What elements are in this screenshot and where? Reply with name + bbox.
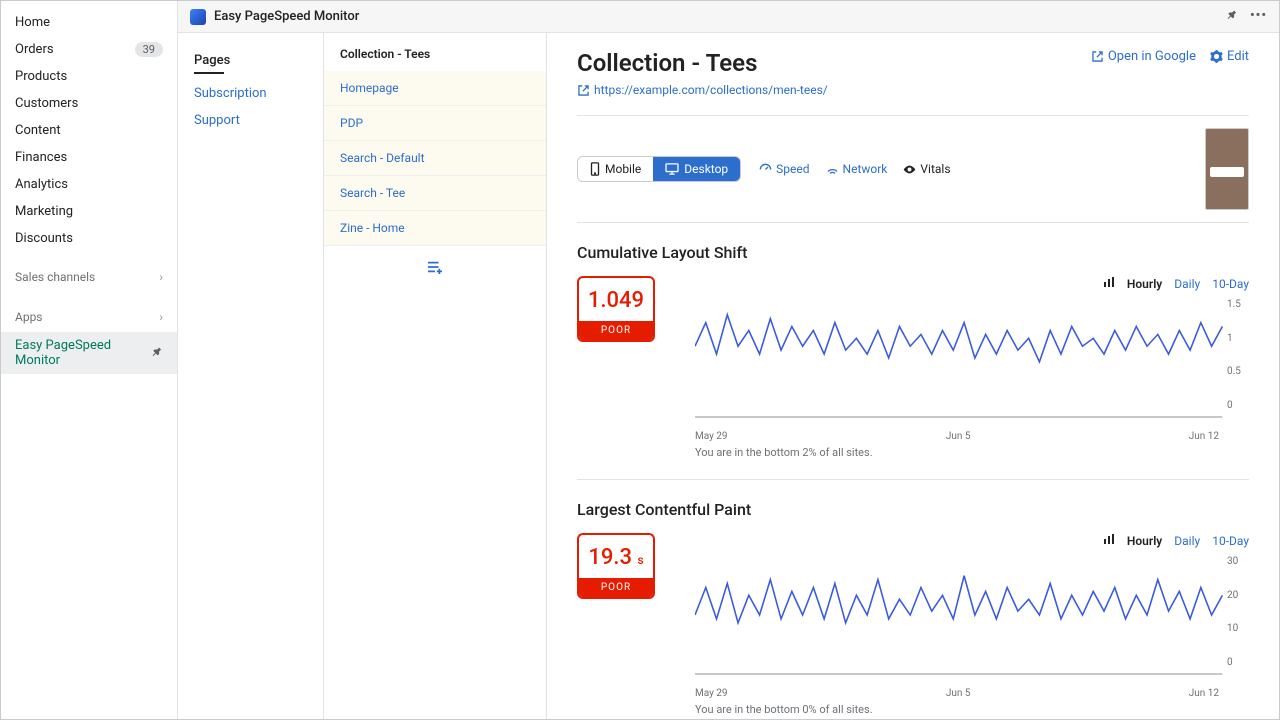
orders-badge: 39 (135, 42, 163, 57)
metric-cls: Cumulative Layout Shift 1.049 POOR Hourl… (577, 243, 1249, 480)
lcp-chart: 3020100 (695, 556, 1249, 686)
edit-link[interactable]: Edit (1210, 49, 1249, 64)
pages-column: Collection - Tees Homepage PDP Search - … (324, 33, 547, 719)
topbar: Easy PageSpeed Monitor ••• (178, 1, 1279, 33)
desktop-icon (665, 163, 679, 175)
nav-finances[interactable]: Finances (1, 144, 177, 171)
chevron-right-icon: › (159, 270, 163, 284)
pages-header: Collection - Tees (324, 33, 546, 71)
metric-title: Cumulative Layout Shift (577, 243, 1249, 262)
range-hourly[interactable]: Hourly (1127, 277, 1162, 291)
nav-orders[interactable]: Orders 39 (1, 36, 177, 63)
chart-type-icon[interactable] (1103, 533, 1115, 548)
mobile-icon (590, 162, 600, 176)
nav-content[interactable]: Content (1, 117, 177, 144)
page-thumbnail (1205, 128, 1249, 210)
range-daily[interactable]: Daily (1174, 534, 1200, 548)
cls-note: You are in the bottom 2% of all sites. (695, 446, 1249, 459)
nav-apps[interactable]: Apps › (1, 302, 177, 332)
lcp-value: 19.3 s (579, 535, 653, 578)
nav-discounts[interactable]: Discounts (1, 225, 177, 252)
open-in-google-link[interactable]: Open in Google (1091, 49, 1196, 64)
device-toggle: Mobile Desktop (577, 156, 741, 182)
device-mobile-button[interactable]: Mobile (578, 157, 653, 181)
eye-icon (903, 163, 916, 176)
gear-icon (1210, 50, 1223, 63)
pin-icon (150, 345, 163, 362)
nav-analytics[interactable]: Analytics (1, 171, 177, 198)
nav-products[interactable]: Products (1, 63, 177, 90)
cls-score-card: 1.049 POOR (577, 276, 655, 342)
page-title: Collection - Tees (577, 49, 828, 77)
tab-pages[interactable]: Pages (178, 47, 323, 80)
nav-sales-channels[interactable]: Sales channels › (1, 262, 177, 292)
cls-value: 1.049 (579, 278, 653, 321)
tab-support[interactable]: Support (178, 107, 323, 134)
app-title: Easy PageSpeed Monitor (214, 9, 359, 24)
range-hourly[interactable]: Hourly (1127, 534, 1162, 548)
device-desktop-button[interactable]: Desktop (653, 157, 740, 181)
page-item-homepage[interactable]: Homepage (324, 71, 546, 106)
range-10day[interactable]: 10-Day (1212, 534, 1249, 548)
page-item-pdp[interactable]: PDP (324, 106, 546, 141)
cls-chart: 1.510.50 (695, 299, 1249, 429)
range-daily[interactable]: Daily (1174, 277, 1200, 291)
tab-vitals[interactable]: Vitals (903, 162, 950, 176)
more-icon[interactable]: ••• (1250, 8, 1267, 25)
chart-type-icon[interactable] (1103, 276, 1115, 291)
external-link-icon (1091, 50, 1104, 63)
pin-icon[interactable] (1225, 8, 1238, 25)
external-link-icon (577, 84, 590, 97)
nav-current-app[interactable]: Easy PageSpeed Monitor (1, 332, 177, 374)
metric-title: Largest Contentful Paint (577, 500, 1249, 519)
lcp-note: You are in the bottom 0% of all sites. (695, 703, 1249, 716)
tab-network[interactable]: Network (826, 162, 888, 176)
lcp-score-card: 19.3 s POOR (577, 533, 655, 599)
app-logo-icon (190, 9, 206, 25)
page-item-search-default[interactable]: Search - Default (324, 141, 546, 176)
primary-sidebar: Home Orders 39 Products Customers Conten… (1, 1, 178, 719)
detail-pane: Collection - Tees https://example.com/co… (547, 33, 1279, 719)
add-list-icon (426, 260, 444, 274)
speed-icon (759, 163, 772, 176)
page-url-link[interactable]: https://example.com/collections/men-tees… (577, 83, 828, 97)
page-item-zine-home[interactable]: Zine - Home (324, 211, 546, 246)
page-item-search-tee[interactable]: Search - Tee (324, 176, 546, 211)
metric-lcp: Largest Contentful Paint 19.3 s POOR Hou… (577, 500, 1249, 719)
nav-marketing[interactable]: Marketing (1, 198, 177, 225)
nav-customers[interactable]: Customers (1, 90, 177, 117)
chevron-right-icon: › (159, 310, 163, 324)
tab-speed[interactable]: Speed (759, 162, 809, 176)
cls-status: POOR (579, 321, 653, 340)
secondary-sidebar: Pages Subscription Support (178, 33, 324, 719)
range-10day[interactable]: 10-Day (1212, 277, 1249, 291)
network-icon (826, 163, 839, 176)
lcp-status: POOR (579, 578, 653, 597)
nav-home[interactable]: Home (1, 9, 177, 36)
add-page-button[interactable] (324, 246, 546, 288)
tab-subscription[interactable]: Subscription (178, 80, 323, 107)
